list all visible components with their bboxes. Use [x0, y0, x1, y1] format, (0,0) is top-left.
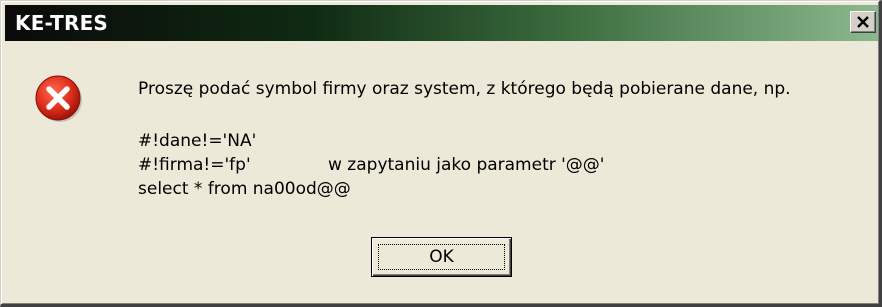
message-line-1: Proszę podać symbol firmy oraz system, z…	[138, 79, 791, 99]
error-dialog: KE-TRES Proszę podać symbol firmy oraz s…	[0, 0, 882, 307]
window-title: KE-TRES	[15, 11, 109, 35]
message-line-2: #!dane!='NA'	[138, 131, 257, 151]
message-line-3: #!firma!='fp'	[138, 155, 251, 175]
message-line-3-note: w zapytaniu jako parametr '@@'	[328, 155, 605, 175]
title-bar[interactable]: KE-TRES	[5, 5, 878, 41]
message-line-4: select * from na00od@@	[138, 179, 351, 199]
ok-button-label: OK	[429, 247, 454, 267]
close-button[interactable]	[850, 11, 876, 33]
ok-button[interactable]: OK	[371, 237, 512, 277]
close-icon	[857, 16, 869, 28]
error-icon	[35, 75, 82, 122]
